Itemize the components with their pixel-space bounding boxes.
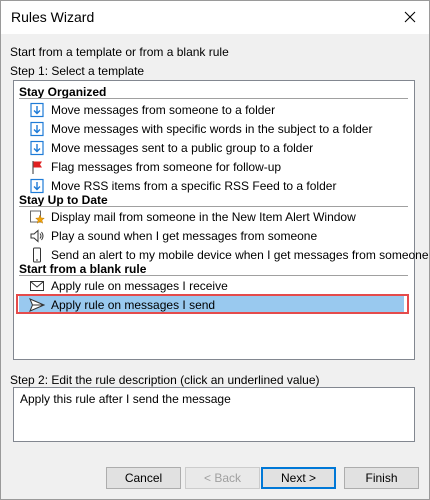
template-item-label: Display mail from someone in the New Ite… bbox=[51, 209, 356, 224]
step1-label: Step 1: Select a template bbox=[10, 64, 145, 78]
folder-move-icon bbox=[28, 101, 45, 118]
rule-description-box[interactable]: Apply this rule after I send the message bbox=[13, 387, 415, 442]
group-header-stay-organized: Stay Organized bbox=[19, 85, 107, 99]
template-item-label: Move messages from someone to a folder bbox=[51, 102, 276, 117]
new-item-alert-icon bbox=[28, 208, 45, 225]
template-list[interactable]: Stay Organized Move messages from someon… bbox=[13, 80, 429, 360]
group-header-start-from-blank: Start from a blank rule bbox=[19, 262, 147, 276]
send-icon bbox=[28, 296, 45, 313]
group-divider bbox=[19, 98, 408, 99]
back-button[interactable]: < Back bbox=[185, 467, 260, 489]
template-item-move-specific-words[interactable]: Move messages with specific words in the… bbox=[28, 119, 372, 138]
template-item-label: Apply rule on messages I receive bbox=[51, 278, 228, 293]
template-item-move-from-someone[interactable]: Move messages from someone to a folder bbox=[28, 100, 275, 119]
template-item-new-item-alert[interactable]: Display mail from someone in the New Ite… bbox=[28, 207, 356, 226]
window-title: Rules Wizard bbox=[11, 9, 95, 25]
folder-move-icon bbox=[28, 139, 45, 156]
template-item-label: Move messages sent to a public group to … bbox=[51, 140, 314, 155]
template-item-flag-follow-up[interactable]: Flag messages from someone for follow-up bbox=[28, 157, 281, 176]
speaker-icon bbox=[28, 227, 45, 244]
template-item-label: Move messages with specific words in the… bbox=[51, 121, 373, 136]
rule-description-text: Apply this rule after I send the message bbox=[20, 392, 231, 406]
cancel-button[interactable]: Cancel bbox=[106, 467, 181, 489]
envelope-icon bbox=[28, 277, 45, 294]
red-flag-icon bbox=[28, 158, 45, 175]
template-item-label: Flag messages from someone for follow-up bbox=[51, 159, 282, 174]
folder-move-icon bbox=[28, 177, 45, 194]
template-item-move-public-group[interactable]: Move messages sent to a public group to … bbox=[28, 138, 313, 157]
close-icon bbox=[404, 11, 416, 23]
group-header-stay-up-to-date: Stay Up to Date bbox=[19, 193, 108, 207]
template-item-label: Send an alert to my mobile device when I… bbox=[51, 247, 429, 262]
template-item-label: Play a sound when I get messages from so… bbox=[51, 228, 318, 243]
template-item-apply-on-send[interactable]: Apply rule on messages I send bbox=[19, 295, 404, 314]
template-item-label: Move RSS items from a specific RSS Feed … bbox=[51, 178, 337, 193]
mobile-device-icon bbox=[28, 246, 45, 263]
template-item-label: Apply rule on messages I send bbox=[51, 297, 216, 312]
finish-button[interactable]: Finish bbox=[344, 467, 419, 489]
folder-move-icon bbox=[28, 120, 45, 137]
title-bar: Rules Wizard bbox=[1, 1, 429, 34]
intro-text: Start from a template or from a blank ru… bbox=[10, 45, 229, 59]
rules-wizard-dialog: Rules Wizard Start from a template or fr… bbox=[0, 0, 430, 500]
template-item-play-sound[interactable]: Play a sound when I get messages from so… bbox=[28, 226, 317, 245]
close-button[interactable] bbox=[397, 5, 423, 29]
template-item-apply-on-receive[interactable]: Apply rule on messages I receive bbox=[28, 276, 228, 295]
step2-label: Step 2: Edit the rule description (click… bbox=[10, 373, 320, 387]
next-button[interactable]: Next > bbox=[261, 467, 336, 489]
